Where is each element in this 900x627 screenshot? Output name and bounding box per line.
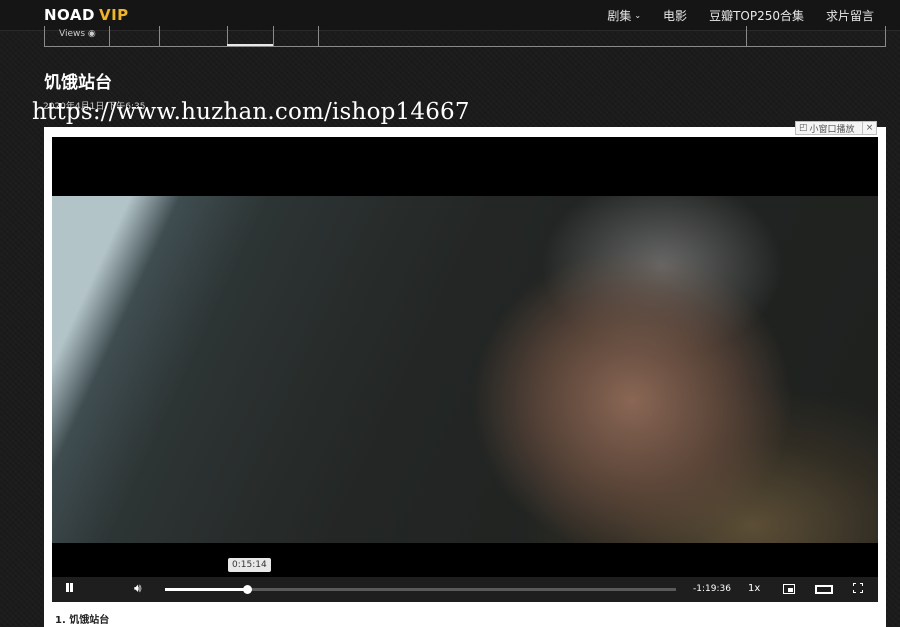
fullscreen-icon[interactable] — [853, 583, 863, 593]
time-tooltip: 0:15:14 — [228, 558, 271, 572]
nav-item-series[interactable]: 剧集 ⌄ — [607, 7, 641, 24]
mini-window-icon: ◰ — [799, 123, 808, 133]
chevron-down-icon: ⌄ — [634, 11, 642, 20]
mini-window-label: 小窗口播放 — [809, 124, 855, 135]
nav-item-request[interactable]: 求片留言 — [826, 7, 874, 24]
progress-fill — [165, 588, 247, 591]
tab-divider — [159, 26, 160, 46]
time-remaining: -1:19:36 — [693, 584, 731, 594]
nav-item-label: 电影 — [663, 9, 688, 23]
mini-window-button[interactable]: ◰ 小窗口播放 × — [795, 121, 877, 135]
page-title: 饥饿站台 — [44, 73, 112, 93]
progress-handle[interactable] — [242, 585, 252, 594]
tab-views[interactable]: Views ◉ — [59, 29, 96, 39]
tab-divider — [109, 26, 110, 46]
eye-icon: ◉ — [87, 29, 96, 39]
main-nav: 剧集 ⌄ 电影 豆瓣TOP250合集 求片留言 — [585, 7, 874, 24]
speed-button[interactable]: 1x — [748, 583, 760, 594]
nav-item-label: 求片留言 — [825, 9, 874, 23]
close-icon[interactable]: × — [862, 122, 876, 134]
playlist-item[interactable]: 1. 饥饿站台 — [55, 611, 109, 626]
views-label: Views — [59, 29, 86, 39]
watermark-text: https://www.huzhan.com/ishop14667 — [32, 99, 470, 125]
video-frame[interactable] — [52, 196, 878, 543]
volume-icon[interactable]: 🔊︎ — [134, 581, 142, 596]
tab-divider — [273, 26, 274, 46]
nav-item-label: 剧集 — [607, 9, 632, 23]
tab-divider — [746, 26, 747, 46]
video-player[interactable]: 0:15:14 🔊︎ -1:19:36 1x — [52, 137, 878, 602]
site-logo[interactable]: NOAD VIP — [44, 6, 129, 24]
theater-mode-icon[interactable] — [815, 585, 833, 594]
picture-in-picture-icon[interactable] — [783, 584, 795, 594]
post-tabs: Views ◉ — [44, 26, 886, 47]
tab-divider — [227, 26, 228, 46]
nav-item-movies[interactable]: 电影 — [663, 7, 687, 24]
player-card: 0:15:14 🔊︎ -1:19:36 1x 1. 饥饿站台 — [44, 127, 886, 627]
player-controls: 🔊︎ -1:19:36 1x — [52, 577, 878, 602]
pause-icon[interactable] — [66, 583, 74, 593]
nav-item-label: 豆瓣TOP250合集 — [709, 9, 804, 23]
progress-bar[interactable] — [165, 585, 676, 594]
logo-vip: VIP — [98, 6, 129, 24]
tab-divider — [318, 26, 319, 46]
logo-brand: NOAD — [44, 6, 95, 24]
tab-active-indicator — [227, 44, 273, 46]
nav-item-douban-top250[interactable]: 豆瓣TOP250合集 — [709, 7, 804, 24]
